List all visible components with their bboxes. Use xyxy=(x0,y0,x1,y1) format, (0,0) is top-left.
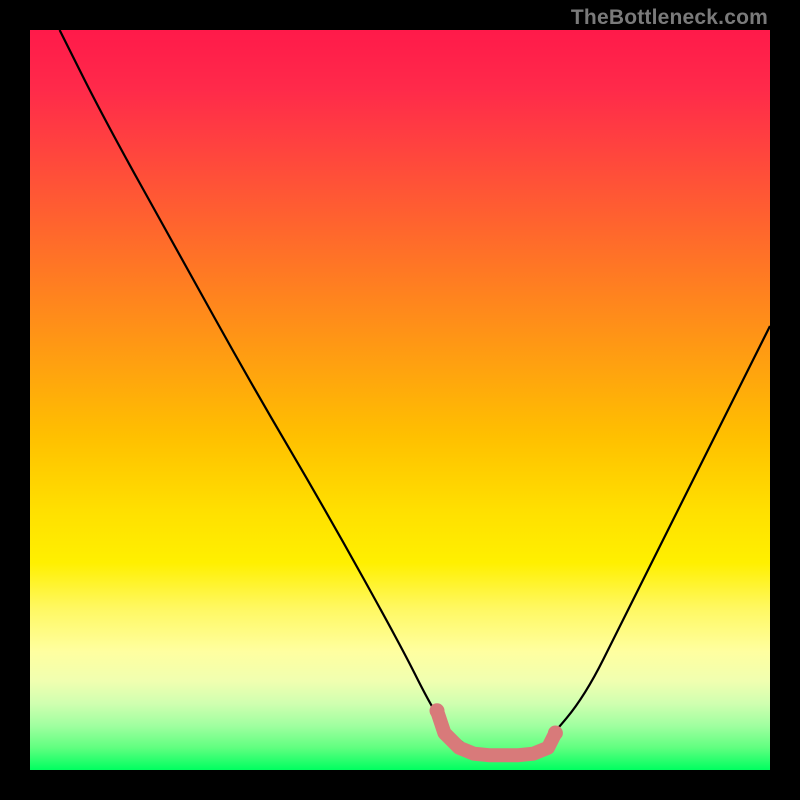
marker-endpoint xyxy=(430,703,445,718)
chart-container: TheBottleneck.com xyxy=(0,0,800,800)
marker-endpoint xyxy=(548,726,563,741)
flat-region-marker xyxy=(437,711,555,755)
bottleneck-curve xyxy=(60,30,770,755)
curve-svg xyxy=(30,30,770,770)
watermark-text: TheBottleneck.com xyxy=(571,6,768,30)
plot-area xyxy=(30,30,770,770)
